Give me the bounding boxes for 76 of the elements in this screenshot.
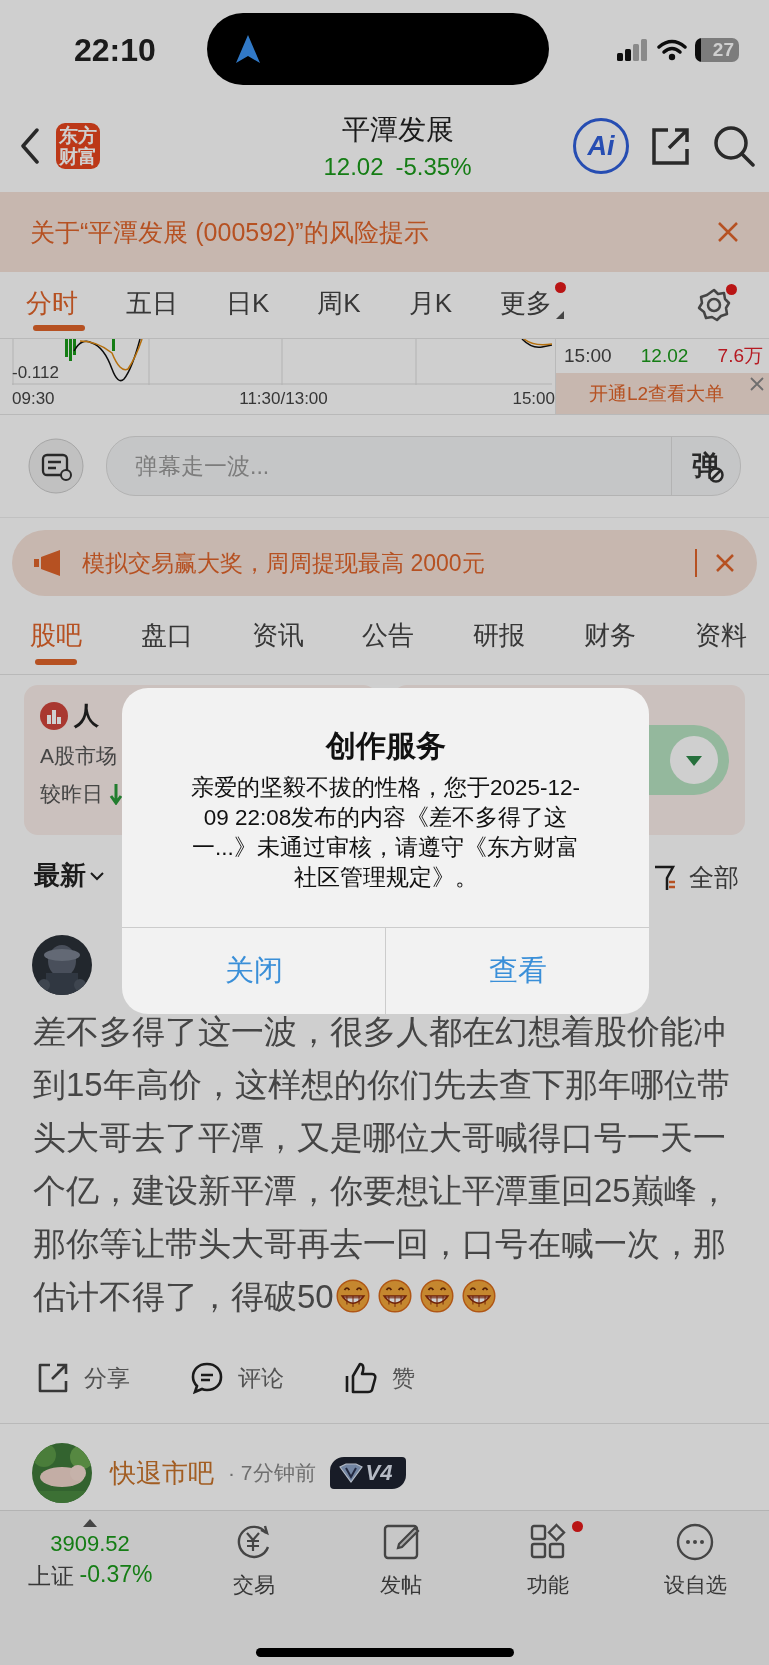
navigation-arrow-icon [235,34,261,64]
dialog-message: 亲爱的坚毅不拔的性格，您于2025-12-09 22:08发布的内容《差不多得了这一...》未通过审核，请遵守《东方财富社区管理规定》。 [189,774,582,892]
trade-price: 12.02 [640,345,689,367]
close-icon[interactable] [717,221,739,243]
price-line [73,339,141,382]
corner-triangle-icon [556,310,565,319]
content-tab[interactable]: 资讯 [251,611,304,665]
grinning-emoji-icon [377,1279,412,1313]
time-axis-label: 11:30/13:00 [239,389,328,409]
thumbs-up-icon [344,1361,378,1395]
content-tab[interactable]: 研报 [473,611,526,665]
diamond-icon [337,1463,364,1483]
filter-icon [653,863,677,892]
comment-settings-icon[interactable] [28,438,84,494]
volume-bar [112,339,115,351]
nav-tab[interactable]: 交易 [180,1519,328,1599]
sort-dropdown[interactable]: 最新 [34,858,104,897]
nav-tab[interactable]: 设自选 [621,1519,769,1599]
grid-icon [529,1523,568,1561]
settings-icon[interactable] [697,288,731,322]
down-arrow-icon [109,783,123,805]
time-axis-label: 09:30 [12,389,55,409]
dialog-title: 创作服务 [324,728,447,764]
content-tab[interactable]: 公告 [362,611,415,665]
search-icon[interactable] [713,125,755,167]
filter-button[interactable]: 全部 [653,861,739,894]
clock-time: 22:10 [74,31,157,69]
signal-icon [617,39,649,61]
chevron-down-icon [90,870,104,881]
post-action-button[interactable]: 分享 [36,1361,130,1395]
share-icon [36,1361,70,1395]
trade-time: 15:00 [564,345,612,367]
close-icon[interactable] [715,553,735,573]
period-tab[interactable]: 周K [317,279,375,331]
edit-icon [381,1523,420,1561]
battery-indicator: 27 [695,38,739,62]
grinning-emoji-icon [461,1279,496,1313]
comment-icon [190,1361,224,1395]
grinning-emoji-icon [335,1279,370,1313]
post-time: · 7分钟前 [228,1460,316,1486]
card-text: A股市场 [40,743,117,769]
risk-notice-text: 关于“平潭发展 (000592)”的风险提示 [30,216,429,248]
post-action-button[interactable]: 评论 [190,1361,284,1395]
content-tab[interactable]: 资料 [694,611,747,665]
average-price-line [79,339,143,371]
period-tab[interactable]: 日K [226,279,284,331]
wifi-icon [657,39,687,61]
axis-value-label: -0.112 [12,363,59,383]
app-logo[interactable]: 东方财富 [56,123,100,169]
content-tab[interactable]: 财务 [584,611,637,665]
more-icon [676,1523,715,1561]
up-triangle-icon [83,1519,97,1527]
time-axis-label: 15:00 [512,389,555,409]
nav-tab[interactable]: 发帖 [327,1519,475,1599]
period-tab[interactable]: 五日 [126,279,192,331]
card-title: 人 [74,700,99,731]
period-tab[interactable]: 月K [408,279,467,331]
content-tab[interactable]: 盘口 [140,611,193,665]
market-index[interactable]: 3909.52 上证 -0.37% [0,1519,180,1592]
dropdown-icon[interactable] [669,735,719,785]
nav-tab[interactable]: 功能 [474,1519,622,1599]
ai-button[interactable]: Ai [573,118,629,174]
post-action-button[interactable]: 赞 [344,1361,415,1395]
level-badge: V4 [329,1457,407,1489]
grinning-emoji-icon [419,1279,454,1313]
stock-price: 12.02 [323,153,384,181]
stock-name: 平潭发展 [341,113,454,147]
bar-chart-badge-icon [40,701,68,730]
back-icon[interactable] [20,128,40,164]
promo-text: 模拟交易赢大奖，周周提现最高 2000元 [82,548,485,578]
price-change: -5.35% [395,153,472,181]
share-icon[interactable] [651,126,691,166]
card-text: 较昨日 [40,781,103,807]
close-icon[interactable] [748,375,766,393]
trade-volume: 7.6万 [717,344,763,368]
period-tab[interactable]: 更多 [500,279,567,331]
